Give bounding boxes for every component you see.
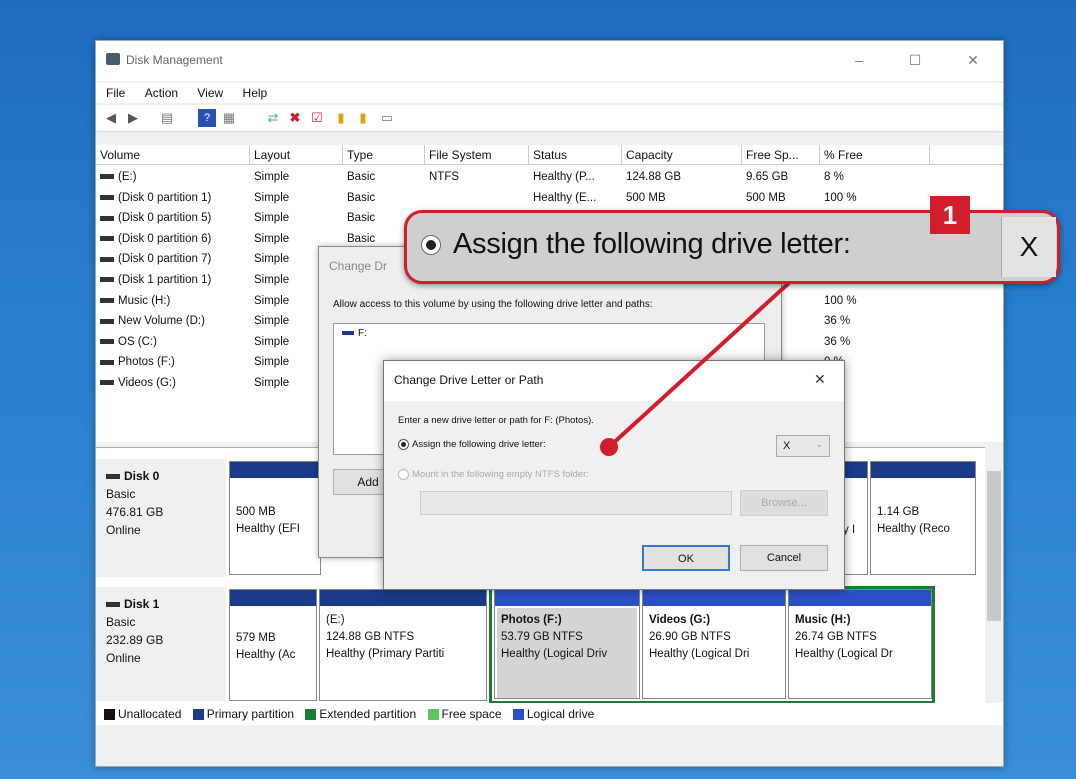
callout-letter: X — [1019, 231, 1039, 262]
callout-text: Assign the following drive letter: — [453, 228, 851, 260]
callout-radio-icon — [421, 235, 441, 255]
callout-dot — [600, 438, 618, 456]
callout-arrow — [600, 280, 792, 456]
callout-line — [607, 280, 792, 449]
step-badge: 1 — [930, 196, 970, 234]
callout-letter-box: X — [1001, 217, 1056, 277]
